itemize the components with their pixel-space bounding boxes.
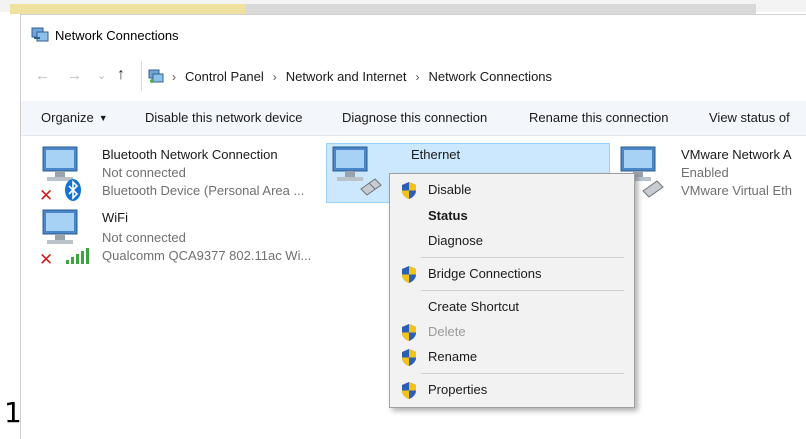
menu-item-label: Rename <box>428 349 478 364</box>
context-menu: Disable Status Diagnose Bridge Connectio… <box>389 173 635 408</box>
menu-item-label: Create Shortcut <box>428 299 520 314</box>
breadcrumb: › Control Panel › Network and Internet ›… <box>172 69 552 84</box>
bluetooth-icon <box>65 179 81 201</box>
connection-status: Enabled <box>681 165 729 180</box>
uac-shield-icon <box>402 266 416 283</box>
uac-shield-icon <box>402 349 416 366</box>
disable-device-button[interactable]: Disable this network device <box>145 110 303 125</box>
wifi-signal-icon <box>66 248 89 264</box>
menu-item-properties[interactable]: Properties <box>390 378 634 402</box>
breadcrumb-network-and-internet[interactable]: Network and Internet <box>286 69 407 84</box>
menu-item-disable[interactable]: Disable <box>390 178 634 202</box>
menu-item-label: Properties <box>428 382 488 397</box>
connection-device: VMware Virtual Eth <box>681 183 793 198</box>
connection-item-vmware[interactable]: VMware Network A Enabled VMware Virtual … <box>619 143 806 203</box>
breadcrumb-control-panel[interactable]: Control Panel <box>185 69 264 84</box>
dropdown-caret-icon: ▼ <box>98 113 108 123</box>
menu-item-label: Bridge Connections <box>428 266 542 281</box>
menu-item-create-shortcut[interactable]: Create Shortcut <box>390 295 634 319</box>
command-bar: Organize ▼ Disable this network device Di… <box>21 101 806 136</box>
uac-shield-icon <box>402 182 416 199</box>
back-arrow-icon[interactable]: ← <box>35 67 50 84</box>
connection-item-bluetooth[interactable]: ✕ Bluetooth Network Connection Not conne… <box>37 143 327 205</box>
view-status-button[interactable]: View status of <box>709 110 790 125</box>
connection-name: Ethernet <box>411 147 461 162</box>
breadcrumb-separator[interactable]: › <box>273 70 277 84</box>
connection-name: WiFi <box>102 210 128 225</box>
breadcrumb-separator: › <box>172 69 176 84</box>
menu-item-label: Disable <box>428 182 472 197</box>
breadcrumb-separator[interactable]: › <box>415 70 419 84</box>
menu-item-bridge-connections[interactable]: Bridge Connections <box>390 262 634 286</box>
menu-item-rename[interactable]: Rename <box>390 345 634 369</box>
connection-status: Not connected <box>102 165 186 180</box>
title-bar[interactable]: Network Connections <box>21 15 806 55</box>
connection-device: Bluetooth Device (Personal Area ... <box>102 183 305 198</box>
uac-shield-icon <box>402 382 416 399</box>
address-bar-row: ← → ⌄ ↑ › Control Panel › Network and In… <box>21 59 806 93</box>
error-x-icon: ✕ <box>39 186 54 205</box>
background-window-strip <box>246 4 756 14</box>
diagnose-connection-button[interactable]: Diagnose this connection <box>342 110 487 125</box>
address-bar[interactable]: › Control Panel › Network and Internet ›… <box>141 61 806 91</box>
breadcrumb-network-connections[interactable]: Network Connections <box>428 69 552 84</box>
menu-item-label: Diagnose <box>428 233 483 248</box>
organize-button[interactable]: Organize ▼ <box>41 110 108 125</box>
forward-arrow-icon[interactable]: → <box>67 67 82 84</box>
menu-separator <box>421 373 624 374</box>
connection-item-wifi[interactable]: ✕ WiFi Not connected Qualcomm QCA9377 80… <box>37 206 337 269</box>
menu-item-status[interactable]: Status <box>390 204 634 228</box>
menu-item-diagnose[interactable]: Diagnose <box>390 229 634 253</box>
menu-separator <box>421 257 624 258</box>
menu-item-label: Status <box>428 208 468 223</box>
uac-shield-icon <box>402 324 416 341</box>
control-panel-icon <box>148 69 164 83</box>
connection-name: Bluetooth Network Connection <box>102 147 278 162</box>
network-connections-icon <box>31 27 49 42</box>
connection-status: Not connected <box>102 230 186 245</box>
menu-item-label: Delete <box>428 324 466 339</box>
ethernet-adapter-icon <box>332 146 382 196</box>
error-x-icon: ✕ <box>39 250 54 269</box>
menu-separator <box>421 290 624 291</box>
window-title: Network Connections <box>55 28 179 43</box>
rename-connection-button[interactable]: Rename this connection <box>529 110 668 125</box>
organize-label: Organize <box>41 110 94 125</box>
menu-item-delete[interactable]: Delete <box>390 320 634 344</box>
recent-locations-icon[interactable]: ⌄ <box>97 69 106 82</box>
connection-name: VMware Network A <box>681 147 792 162</box>
background-window-strip <box>10 4 246 14</box>
connection-device: Qualcomm QCA9377 802.11ac Wi... <box>102 248 312 263</box>
up-arrow-icon[interactable]: ↑ <box>117 66 125 84</box>
